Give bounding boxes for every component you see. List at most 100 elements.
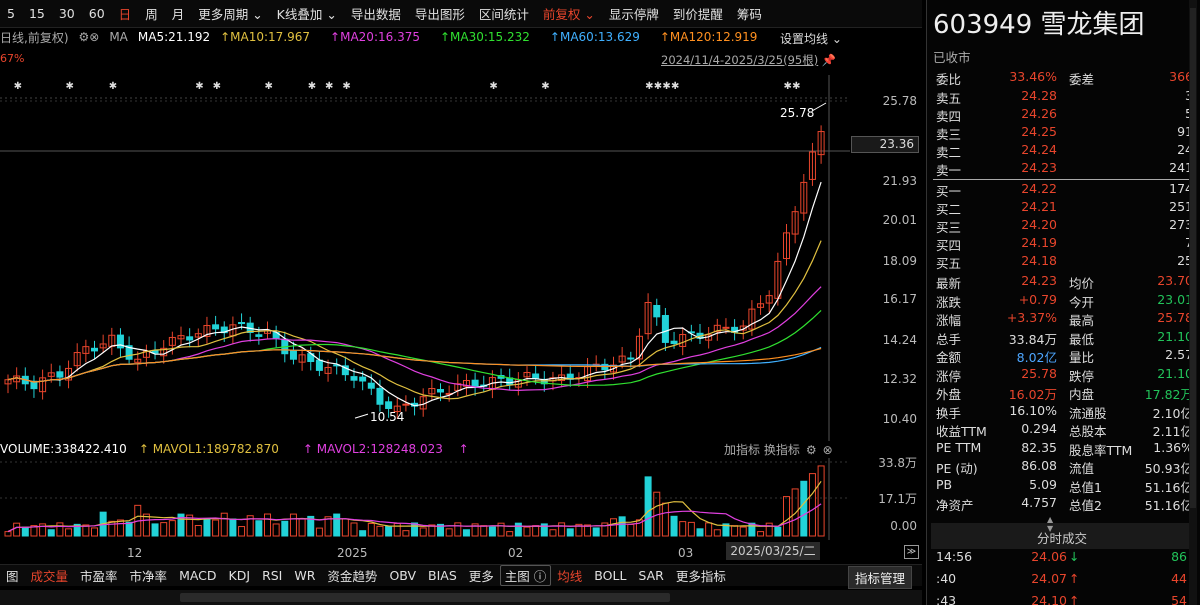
toolbar-item[interactable]: 月: [165, 4, 192, 23]
volume-bar: [514, 522, 522, 537]
event-marker: ✱: [308, 81, 316, 92]
indicator-tab[interactable]: 均线: [551, 566, 588, 585]
toolbar-item[interactable]: 到价提醒: [666, 4, 730, 23]
row-label2: 最高: [1069, 313, 1095, 328]
volume-bar: [445, 528, 453, 537]
candle-body: [350, 376, 358, 381]
indicator-tab[interactable]: 更多指标: [670, 566, 732, 585]
tick-vol: 86: [1171, 549, 1187, 564]
indicator-tab[interactable]: BIAS: [422, 568, 463, 583]
toolbar-item[interactable]: 60: [82, 6, 112, 21]
indicator-tab[interactable]: BOLL: [588, 568, 632, 583]
toolbar-item[interactable]: 日: [112, 4, 139, 23]
indicator-tab[interactable]: 市盈率: [74, 566, 124, 585]
volume-legend: VOLUME:338422.410 ↑ MAVOL1:189782.870 ↑ …: [0, 441, 850, 457]
row-label2: 流值: [1069, 461, 1095, 476]
toolbar-item[interactable]: 15: [22, 6, 52, 21]
volume-chart[interactable]: [0, 458, 850, 540]
tick-dir: ↓: [1069, 549, 1080, 564]
row-label2: 总股本: [1069, 424, 1107, 439]
volume-bar: [125, 521, 133, 537]
quote-row: 总手 33.84万 最低 21.10: [927, 329, 1197, 347]
quote-row: 买一 24.22 174: [927, 181, 1197, 199]
row-value: 33.84万: [1008, 331, 1057, 347]
toolbar-item[interactable]: 更多周期 ⌄: [191, 4, 269, 23]
row-value2: 1.36%: [1153, 439, 1193, 455]
toolbar-item[interactable]: K线叠加 ⌄: [270, 4, 344, 23]
volume-bar: [661, 502, 669, 537]
quote-row: PE TTM 82.35 股息率TTM 1.36%: [927, 440, 1197, 458]
indicator-tab[interactable]: MACD: [173, 568, 222, 583]
volume-tick: 33.8万: [878, 456, 917, 470]
tick-dir: ↑: [1069, 571, 1080, 586]
row-value2: 25: [1177, 253, 1193, 268]
toolbar-item[interactable]: 筹码: [730, 4, 769, 23]
volume-bar: [687, 521, 695, 537]
row-label: 卖二: [936, 145, 962, 160]
volume-value: VOLUME:338422.410: [0, 442, 127, 456]
toolbar-item[interactable]: 区间统计: [472, 4, 536, 23]
scroll-thumb[interactable]: [180, 593, 670, 602]
gear-icon[interactable]: ⚙: [806, 443, 817, 457]
volume-bar: [212, 519, 220, 537]
event-marker: ✱: [671, 81, 679, 92]
volume-bar: [289, 513, 297, 537]
indicator-tab[interactable]: SAR: [632, 568, 669, 583]
volume-bar: [774, 526, 782, 537]
toolbar-item[interactable]: 周: [138, 4, 165, 23]
indicator-tab[interactable]: 主图 ⓘ: [499, 565, 552, 586]
tick-price: 24.07: [1031, 571, 1067, 586]
gear-icon[interactable]: ⚙⊗: [79, 30, 100, 44]
indicator-tab[interactable]: 资金趋势: [321, 566, 383, 585]
quote-row: 最新 24.23 均价 23.70: [927, 273, 1197, 291]
candle-body: [437, 389, 444, 393]
volume-bar: [402, 530, 410, 537]
candle-body: [402, 403, 410, 406]
row-value2: 50.93亿: [1144, 461, 1193, 476]
tick-time: :40: [936, 571, 957, 586]
event-marker: ✱: [195, 81, 203, 92]
event-marker: ✱: [784, 81, 792, 92]
toolbar-item[interactable]: 显示停牌: [602, 4, 666, 23]
indicator-tools[interactable]: 加指标 换指标: [724, 441, 800, 458]
row-label2: 委差: [1069, 72, 1095, 87]
volume-bar: [506, 531, 514, 537]
toolbar-item[interactable]: 导出数据: [344, 4, 408, 23]
quote-row: 买二 24.21 251: [927, 199, 1197, 217]
close-icon[interactable]: ⊗: [823, 443, 833, 457]
volume-bar: [618, 516, 626, 537]
indicator-manage-button[interactable]: 指标管理: [847, 566, 912, 589]
toolbar-item[interactable]: 5: [0, 6, 22, 21]
indicator-tab[interactable]: 图: [0, 566, 25, 585]
quote-row: 涨跌 +0.79 今开 23.01: [927, 292, 1197, 310]
volume-bar: [56, 522, 64, 537]
next-arrow-icon[interactable]: ≫: [904, 545, 919, 559]
volume-bar: [341, 518, 349, 537]
volume-bar: [731, 525, 739, 537]
stock-title: 603949 雪龙集团: [933, 4, 1145, 41]
indicator-tab[interactable]: 市净率: [124, 566, 174, 585]
row-value: 0.294: [1021, 421, 1057, 436]
row-label: 买五: [936, 256, 962, 271]
row-label: 卖三: [936, 127, 962, 142]
row-value2: 51.16亿: [1144, 498, 1193, 513]
toolbar-item[interactable]: 导出图形: [408, 4, 472, 23]
indicator-tab[interactable]: RSI: [256, 568, 288, 583]
volume-bar: [705, 522, 713, 537]
panel-scroll-thumb[interactable]: [1190, 8, 1196, 508]
indicator-tab[interactable]: 成交量: [25, 566, 75, 585]
row-value: 24.28: [1021, 88, 1057, 103]
high-label: 25.78: [780, 106, 814, 120]
time-tick: 03: [678, 546, 694, 560]
indicator-tab[interactable]: 更多: [463, 566, 500, 585]
horizontal-scrollbar[interactable]: [0, 590, 922, 605]
indicator-tab[interactable]: OBV: [383, 568, 422, 583]
volume-bar: [592, 527, 600, 537]
toolbar-item[interactable]: 30: [52, 6, 82, 21]
row-label: 涨跌: [936, 294, 962, 310]
indicator-tab[interactable]: WR: [288, 568, 321, 583]
toolbar-item[interactable]: 前复权 ⌄: [536, 4, 602, 23]
kline-chart[interactable]: ✱ ✱ ✱ ✱ ✱ ✱ ✱ ✱ ✱ ✱ ✱ ✱ ✱ ✱ ✱ ✱ ✱25.7810.54: [0, 45, 850, 441]
indicator-tab[interactable]: KDJ: [223, 568, 257, 583]
volume-bar: [488, 526, 496, 537]
